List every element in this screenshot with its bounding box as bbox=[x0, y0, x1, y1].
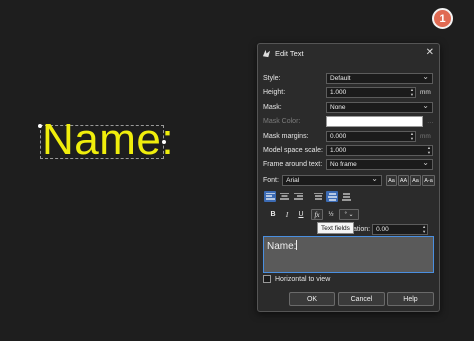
height-input[interactable]: 1.000 ▲ ▼ bbox=[326, 87, 416, 98]
text-fields-tooltip: Text fields bbox=[317, 222, 354, 234]
selection-handle-right[interactable] bbox=[162, 140, 166, 144]
valign-top-icon[interactable] bbox=[312, 191, 324, 202]
close-icon[interactable]: ✕ bbox=[426, 48, 434, 58]
selection-handle-top-left[interactable] bbox=[38, 124, 42, 128]
dialog-titlebar[interactable]: Edit Text ✕ bbox=[258, 44, 439, 63]
mask-color-row: Mask Color: … bbox=[263, 116, 435, 127]
underline-button[interactable]: U bbox=[295, 209, 307, 220]
style-row: Style: Default bbox=[263, 72, 435, 84]
mask-color-label: Mask Color: bbox=[263, 118, 301, 125]
mask-color-more-icon[interactable]: … bbox=[427, 118, 434, 125]
symbol-dropdown[interactable]: ° ⌄ bbox=[339, 209, 359, 220]
case-hyphen-button[interactable]: A-a bbox=[422, 175, 435, 186]
frame-value: No frame bbox=[330, 161, 357, 168]
horizontal-to-view-row: Horizontal to view bbox=[263, 275, 330, 283]
mask-margins-value: 0.000 bbox=[330, 133, 347, 140]
case-upper-button[interactable]: AA bbox=[398, 175, 409, 186]
text-caret bbox=[296, 240, 298, 250]
height-unit: mm bbox=[420, 89, 431, 96]
mask-value: None bbox=[330, 104, 346, 111]
align-left-icon[interactable] bbox=[264, 191, 276, 202]
mask-color-swatch[interactable] bbox=[326, 116, 423, 127]
text-fields-button[interactable]: fx bbox=[311, 209, 323, 220]
case-title-button[interactable]: Aa bbox=[410, 175, 421, 186]
rotation-row: ation: 0.00 ▲ ▼ bbox=[353, 224, 433, 235]
mask-margins-label: Mask margins: bbox=[263, 133, 309, 140]
align-center-icon[interactable] bbox=[278, 191, 290, 202]
mask-margins-spinner-icon[interactable]: ▲ ▼ bbox=[410, 131, 414, 141]
bold-button[interactable]: B bbox=[267, 209, 279, 220]
step-badge: 1 bbox=[432, 8, 453, 29]
format-toolbar: B I U fx ½ ° ⌄ bbox=[267, 209, 361, 220]
style-value: Default bbox=[330, 75, 351, 82]
style-select[interactable]: Default bbox=[326, 72, 433, 84]
model-space-scale-input[interactable]: 1.000 ▲ ▼ bbox=[326, 145, 433, 156]
app-icon bbox=[262, 49, 271, 58]
model-space-scale-spinner-icon[interactable]: ▲ ▼ bbox=[427, 145, 431, 155]
mask-margins-unit: mm bbox=[420, 133, 431, 140]
font-row: Font: Arial Aa AA Aa A-a bbox=[263, 174, 435, 186]
height-spinner-icon[interactable]: ▲ ▼ bbox=[410, 87, 414, 97]
mask-row: Mask: None bbox=[263, 101, 435, 113]
frame-row: Frame around text: No frame bbox=[263, 158, 435, 170]
frame-select[interactable]: No frame bbox=[326, 158, 433, 170]
mask-label: Mask: bbox=[263, 104, 282, 111]
canvas-text[interactable]: Name: bbox=[42, 118, 174, 162]
rotation-label: ation: bbox=[353, 226, 371, 233]
horizontal-to-view-checkbox[interactable] bbox=[263, 275, 271, 283]
align-right-icon[interactable] bbox=[292, 191, 304, 202]
model-space-scale-value: 1.000 bbox=[330, 147, 347, 154]
style-label: Style: bbox=[263, 75, 281, 82]
frame-label: Frame around text: bbox=[263, 161, 323, 168]
valign-bottom-icon[interactable] bbox=[340, 191, 352, 202]
font-select[interactable]: Arial bbox=[282, 174, 382, 186]
rotation-input[interactable]: 0.00 ▲ ▼ bbox=[372, 224, 429, 235]
model-space-scale-row: Model space scale: 1.000 ▲ ▼ bbox=[263, 145, 435, 156]
height-value: 1.000 bbox=[330, 89, 347, 96]
cancel-button[interactable]: Cancel bbox=[338, 292, 385, 306]
alignment-toolbar bbox=[264, 191, 354, 202]
mask-select[interactable]: None bbox=[326, 101, 433, 113]
help-button[interactable]: Help bbox=[387, 292, 434, 306]
italic-button[interactable]: I bbox=[281, 209, 293, 220]
fraction-icon[interactable]: ½ bbox=[325, 209, 337, 220]
dialog-title: Edit Text bbox=[275, 49, 304, 58]
height-row: Height: 1.000 ▲ ▼ mm bbox=[263, 87, 435, 98]
case-normal-button[interactable]: Aa bbox=[386, 175, 397, 186]
model-space-scale-label: Model space scale: bbox=[263, 147, 323, 154]
text-content-area[interactable]: Name: bbox=[263, 236, 434, 273]
rotation-spinner-icon[interactable]: ▲ ▼ bbox=[422, 224, 426, 234]
mask-margins-row: Mask margins: 0.000 ▲ ▼ mm bbox=[263, 131, 435, 142]
horizontal-to-view-label: Horizontal to view bbox=[275, 275, 331, 283]
valign-middle-icon[interactable] bbox=[326, 191, 338, 202]
font-value: Arial bbox=[286, 177, 300, 184]
ok-button[interactable]: OK bbox=[289, 292, 335, 306]
text-content: Name: bbox=[267, 241, 297, 252]
height-label: Height: bbox=[263, 89, 286, 96]
font-label: Font: bbox=[263, 177, 279, 184]
rotation-value: 0.00 bbox=[376, 226, 389, 233]
mask-margins-input[interactable]: 0.000 ▲ ▼ bbox=[326, 131, 416, 142]
